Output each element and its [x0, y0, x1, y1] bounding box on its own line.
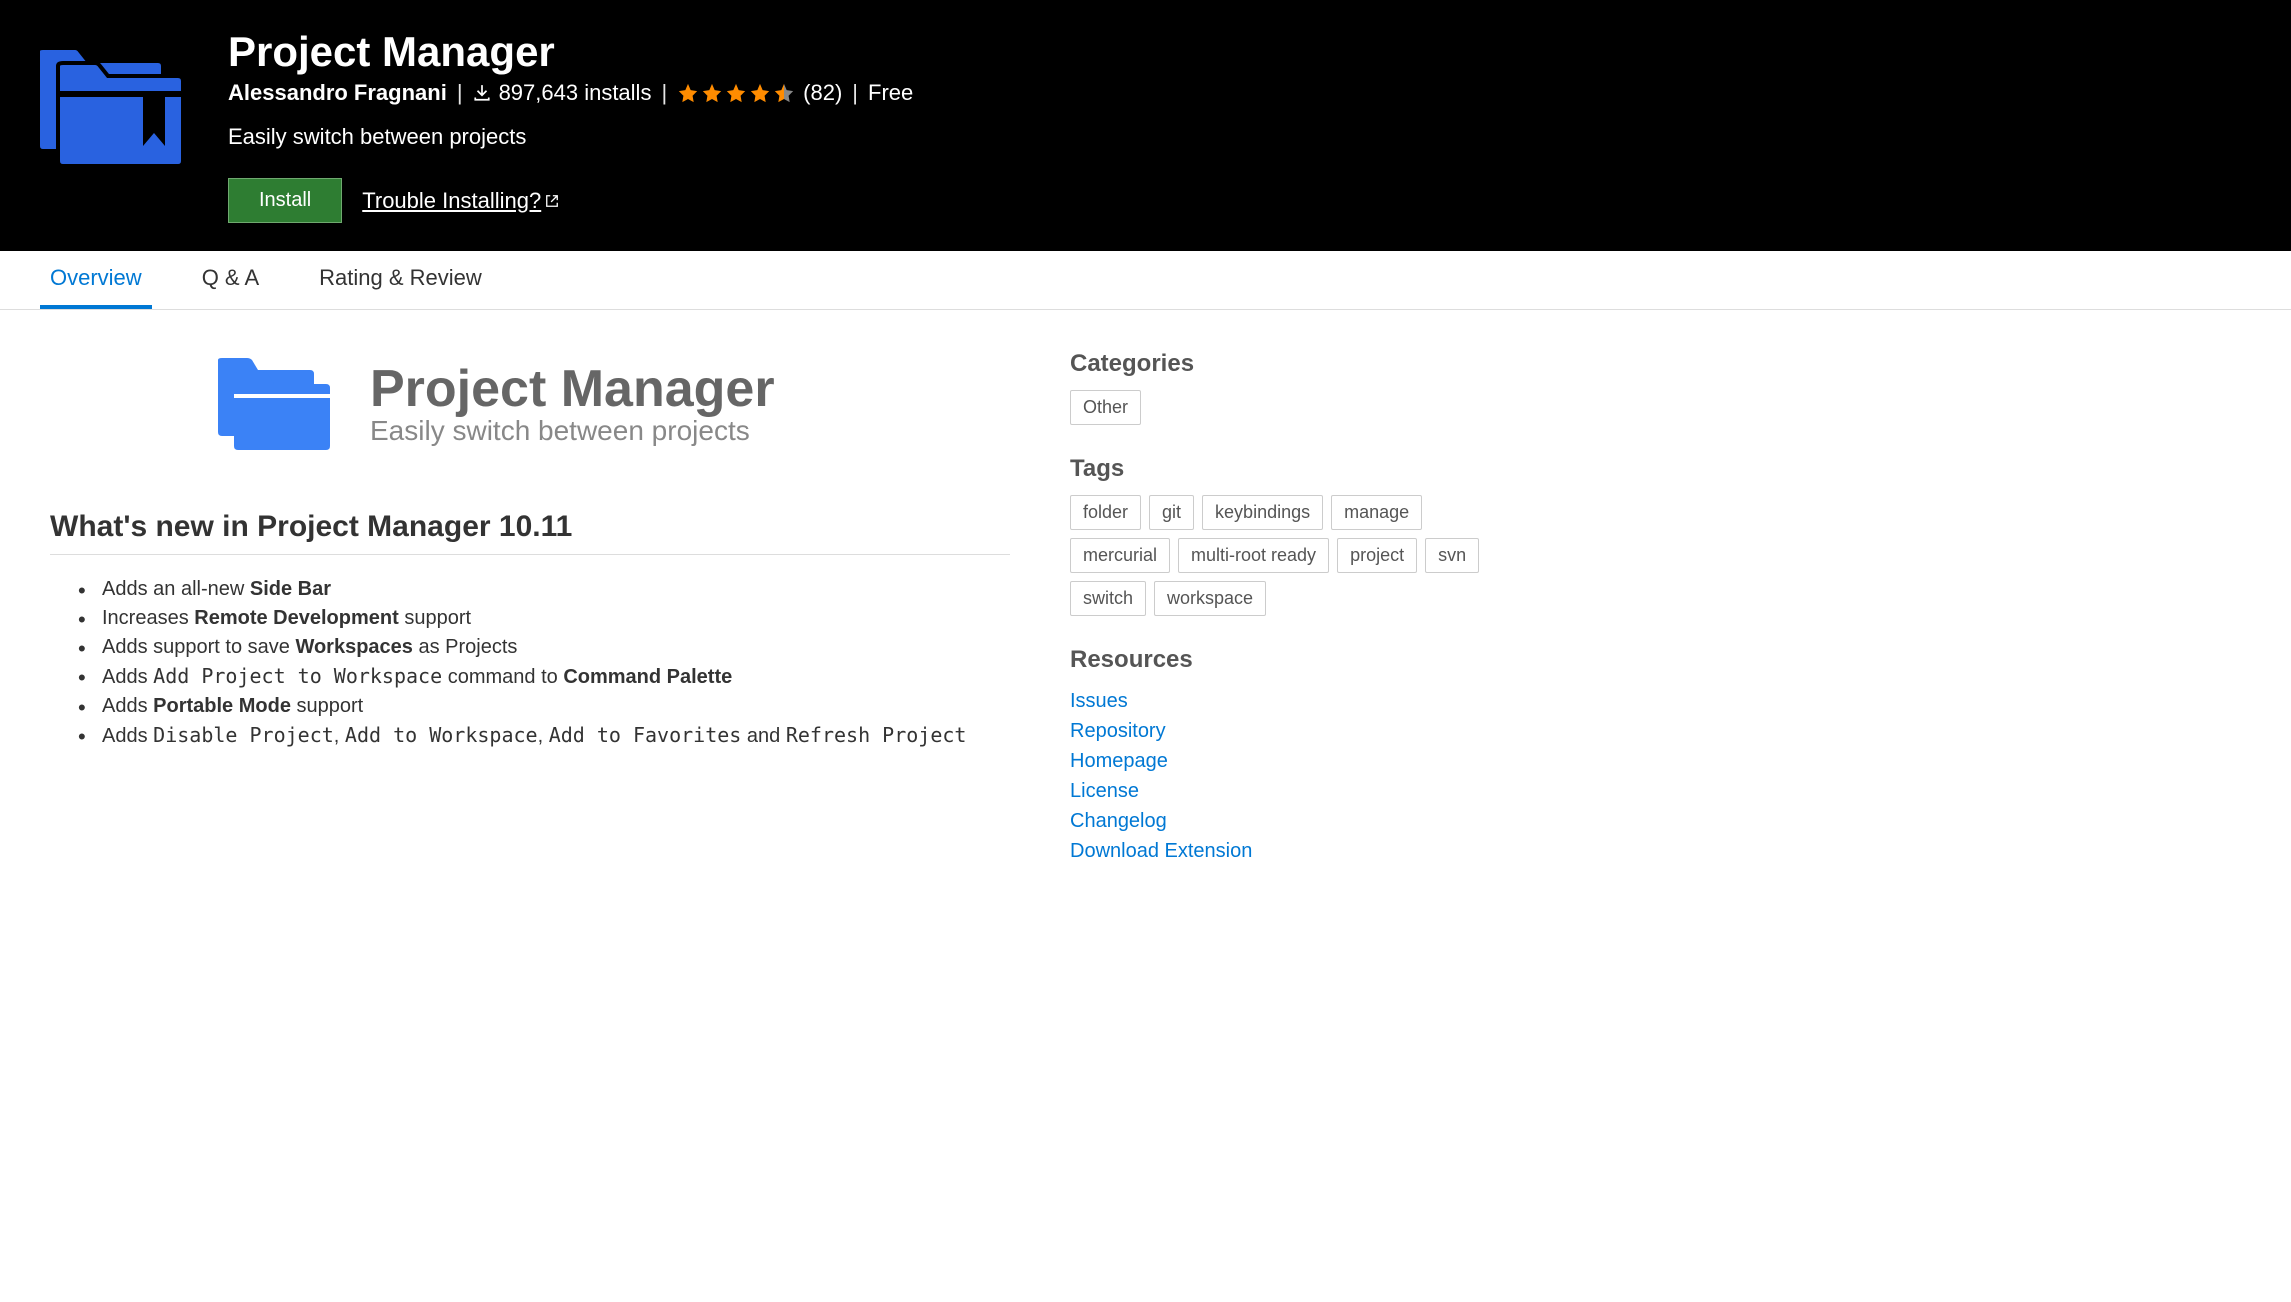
tab-rating[interactable]: Rating & Review	[309, 251, 492, 309]
tag-chip[interactable]: git	[1149, 495, 1194, 530]
trouble-installing-link[interactable]: Trouble Installing?	[362, 188, 559, 214]
whats-new-item: Increases Remote Development support	[78, 604, 1010, 633]
whats-new-heading: What's new in Project Manager 10.11	[50, 510, 1010, 544]
resource-link[interactable]: Issues	[1070, 690, 1128, 712]
tags-heading: Tags	[1070, 455, 1500, 483]
install-button[interactable]: Install	[228, 178, 342, 223]
resource-link[interactable]: Changelog	[1070, 810, 1167, 832]
banner-title: Project Manager	[370, 363, 775, 415]
extension-header: Project Manager Alessandro Fragnani | 89…	[0, 0, 2291, 251]
price-label: Free	[868, 80, 913, 106]
star-icon	[677, 82, 699, 104]
tab-qa[interactable]: Q & A	[192, 251, 269, 309]
divider	[50, 554, 1010, 555]
tags-list: foldergitkeybindingsmanage mercurialmulti…	[1070, 495, 1500, 616]
extension-author[interactable]: Alessandro Fragnani	[228, 80, 447, 106]
whats-new-item: Adds support to save Workspaces as Proje…	[78, 633, 1010, 662]
install-count: 897,643 installs	[473, 80, 652, 106]
tag-chip[interactable]: project	[1337, 538, 1417, 573]
resource-link[interactable]: Repository	[1070, 720, 1166, 742]
category-chip[interactable]: Other	[1070, 390, 1141, 425]
meta-separator: |	[661, 80, 667, 106]
extension-description: Easily switch between projects	[228, 124, 2263, 150]
extension-title: Project Manager	[228, 28, 2263, 76]
whats-new-item: Adds Add Project to Workspace command to…	[78, 662, 1010, 692]
tag-chip[interactable]: switch	[1070, 581, 1146, 616]
star-icon	[701, 82, 723, 104]
readme-banner: Project Manager Easily switch between pr…	[210, 350, 1010, 460]
tag-chip[interactable]: multi-root ready	[1178, 538, 1329, 573]
resources-heading: Resources	[1070, 646, 1500, 674]
meta-separator: |	[852, 80, 858, 106]
tab-bar: Overview Q & A Rating & Review	[0, 251, 2291, 310]
star-icon	[725, 82, 747, 104]
rating-stars[interactable]: (82)	[677, 80, 842, 106]
resource-link[interactable]: Homepage	[1070, 750, 1168, 772]
tag-chip[interactable]: svn	[1425, 538, 1479, 573]
tag-chip[interactable]: manage	[1331, 495, 1422, 530]
tag-chip[interactable]: mercurial	[1070, 538, 1170, 573]
external-link-icon	[545, 194, 559, 208]
meta-separator: |	[457, 80, 463, 106]
resource-link[interactable]: Download Extension	[1070, 840, 1252, 862]
extension-icon	[28, 28, 188, 223]
categories-list: Other	[1070, 390, 1500, 425]
download-icon	[473, 84, 491, 102]
banner-folder-icon	[210, 350, 340, 460]
categories-heading: Categories	[1070, 350, 1500, 378]
tag-chip[interactable]: keybindings	[1202, 495, 1323, 530]
whats-new-item: Adds Disable Project, Add to Workspace, …	[78, 721, 1010, 751]
star-half-icon	[773, 82, 795, 104]
whats-new-list: Adds an all-new Side BarIncreases Remote…	[50, 575, 1010, 751]
resource-link[interactable]: License	[1070, 780, 1139, 802]
star-icon	[749, 82, 771, 104]
tag-chip[interactable]: folder	[1070, 495, 1141, 530]
tab-overview[interactable]: Overview	[40, 251, 152, 309]
whats-new-item: Adds Portable Mode support	[78, 692, 1010, 721]
banner-subtitle: Easily switch between projects	[370, 415, 775, 447]
whats-new-item: Adds an all-new Side Bar	[78, 575, 1010, 604]
tag-chip[interactable]: workspace	[1154, 581, 1266, 616]
resources-list: Issues Repository Homepage License Changelog…	[1070, 686, 1500, 866]
